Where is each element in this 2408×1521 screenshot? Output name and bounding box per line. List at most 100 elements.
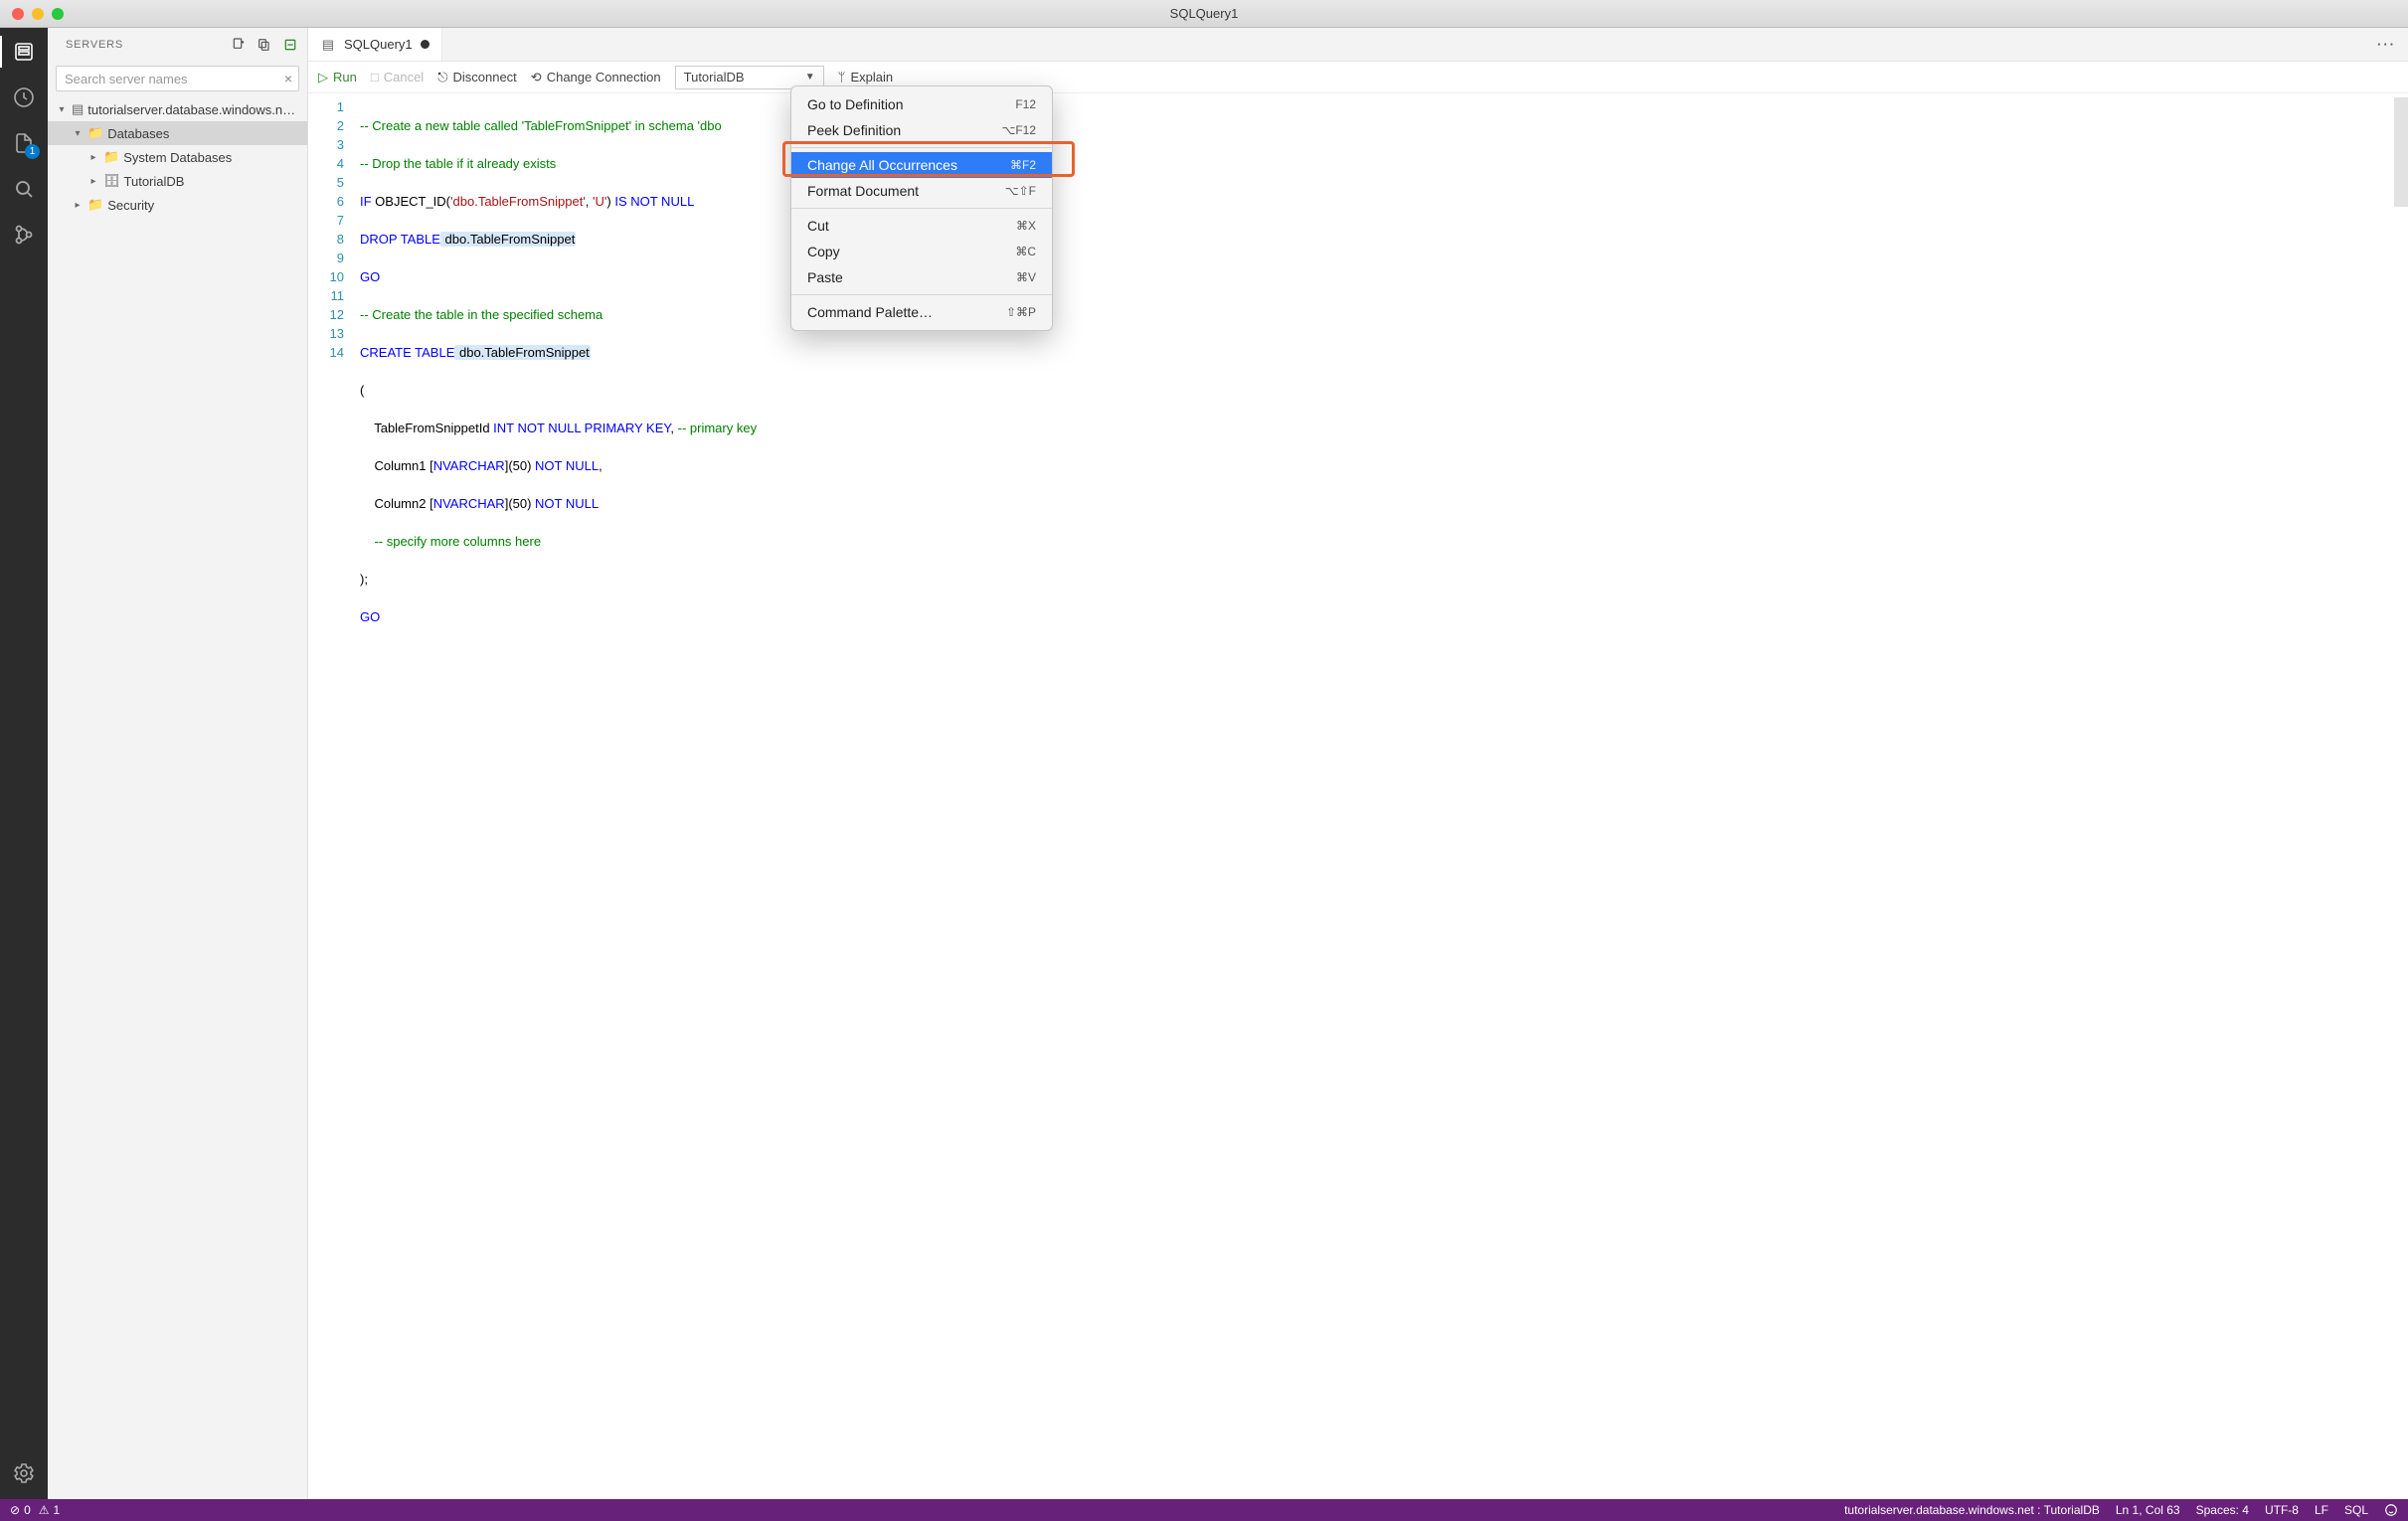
clear-search-icon[interactable]: × [284,71,292,86]
menu-goto-definition[interactable]: Go to DefinitionF12 [791,91,1052,117]
status-errors[interactable]: ⊘ 0 [10,1503,31,1517]
run-button[interactable]: ▷ Run [318,70,357,85]
status-encoding[interactable]: UTF-8 [2265,1503,2299,1517]
tutorialdb-node[interactable]: ▸ 🗄 TutorialDB [48,169,307,193]
menu-cut[interactable]: Cut⌘X [791,213,1052,239]
explain-icon: ᛘ [838,70,846,84]
menu-copy[interactable]: Copy ⌘C [791,239,1052,264]
code-token: Column1 [ [360,458,433,473]
menu-shortcut: ⌘F2 [1010,158,1036,172]
code-token: in schema [631,118,697,133]
code-token: 'dbo.TableFromSnippet' [450,194,586,209]
change-conn-label: Change Connection [547,70,661,84]
editor-more-button[interactable]: ··· [2365,28,2408,61]
security-node[interactable]: ▸ 📁 Security [48,193,307,217]
code-token: DROP TABLE [360,232,440,247]
folder-icon: 📁 [103,149,119,165]
new-group-icon[interactable] [256,36,273,54]
menu-command-palette[interactable]: Command Palette…⇧⌘P [791,299,1052,325]
explain-button[interactable]: ᛘ Explain [838,70,893,84]
chevron-down-icon: ▾ [72,128,84,139]
search-placeholder: Search server names [65,72,188,86]
status-cursor-pos[interactable]: Ln 1, Col 63 [2116,1503,2180,1517]
tutorialdb-label: TutorialDB [124,174,185,189]
code-token: , [670,421,677,435]
maximize-window-button[interactable] [52,8,64,20]
code-token: TableFromSnippetId [360,421,493,435]
menu-shortcut: ⌥F12 [1001,123,1036,137]
line-number: 3 [308,135,344,154]
sysdb-label: System Databases [123,150,232,165]
query-toolbar: ▷ Run □ Cancel ⎋ Disconnect ⟲ Change Con… [308,62,2408,93]
search-activity-icon[interactable] [10,175,38,203]
minimize-window-button[interactable] [32,8,44,20]
disconnect-icon: ⎋ [437,70,447,85]
status-language[interactable]: SQL [2344,1503,2368,1517]
folder-icon: 📁 [87,125,103,141]
collapse-all-icon[interactable] [281,36,299,54]
databases-node[interactable]: ▾ 📁 Databases [48,121,307,145]
menu-paste[interactable]: Paste⌘V [791,264,1052,290]
sidebar-header: SERVERS [48,28,307,62]
line-gutter: 1 2 3 4 5 6 7 8 9 10 11 12 13 14 [308,93,354,1499]
status-warnings[interactable]: ⚠ 1 [39,1503,60,1517]
status-eol[interactable]: LF [2315,1503,2328,1517]
disconnect-label: Disconnect [452,70,516,84]
status-connection[interactable]: tutorialserver.database.windows.net : Tu… [1844,1503,2100,1517]
line-number: 7 [308,211,344,230]
menu-separator [791,147,1052,148]
code-token: NOT NULL [535,496,599,511]
server-tree: ▾ ▤ tutorialserver.database.windows.n… ▾… [48,95,307,217]
stop-icon: □ [371,70,379,84]
dirty-indicator-icon [421,40,430,49]
cancel-button[interactable]: □ Cancel [371,70,424,84]
chevron-right-icon: ▸ [87,176,99,187]
change-connection-button[interactable]: ⟲ Change Connection [531,70,661,85]
sidebar-title: SERVERS [66,39,123,51]
minimap[interactable] [2394,93,2408,1499]
server-node[interactable]: ▾ ▤ tutorialserver.database.windows.n… [48,97,307,121]
close-window-button[interactable] [12,8,24,20]
swap-icon: ⟲ [531,70,542,85]
context-menu: Go to DefinitionF12 Peek Definition⌥F12 … [790,85,1053,331]
code-token: ( [360,383,364,398]
code-token: NVARCHAR [433,496,505,511]
chevron-down-icon: ▾ [56,104,68,115]
line-number: 1 [308,97,344,116]
source-control-activity-icon[interactable] [10,221,38,249]
settings-activity-icon[interactable] [10,1459,38,1487]
disconnect-button[interactable]: ⎋ Disconnect [437,70,517,85]
system-databases-node[interactable]: ▸ 📁 System Databases [48,145,307,169]
menu-change-all-occurrences[interactable]: Change All Occurrences⌘F2 [791,152,1052,178]
history-activity-icon[interactable] [10,84,38,111]
explorer-activity-icon[interactable]: 1 [10,129,38,157]
status-indent[interactable]: Spaces: 4 [2196,1503,2249,1517]
code-token: -- specify more columns here [360,534,541,549]
sidebar-search: Search server names × [48,62,307,95]
menu-shortcut: ⌥⇧F [1005,184,1036,198]
menu-shortcut: ⇧⌘P [1006,305,1036,319]
menu-label: Copy [807,244,840,259]
feedback-icon[interactable] [2384,1503,2398,1517]
code-token: 'U' [593,194,606,209]
code-token: dbo.TableFromSnippet [440,232,576,247]
servers-activity-icon[interactable] [10,38,38,66]
code-token: 'TableFromSnippet' [522,118,631,133]
code-token: 'dbo [698,118,722,133]
code-content[interactable]: -- Create a new table called 'TableFromS… [354,93,2408,1499]
code-editor[interactable]: 1 2 3 4 5 6 7 8 9 10 11 12 13 14 -- Crea… [308,93,2408,1499]
search-servers-input[interactable]: Search server names × [56,66,299,91]
menu-format-document[interactable]: Format Document⌥⇧F [791,178,1052,204]
code-token: IS NOT NULL [614,194,694,209]
code-token: ](50) [505,496,535,511]
menu-peek-definition[interactable]: Peek Definition⌥F12 [791,117,1052,143]
chevron-right-icon: ▸ [72,200,84,211]
new-connection-icon[interactable] [230,36,248,54]
menu-shortcut: ⌘C [1015,245,1036,258]
cancel-label: Cancel [384,70,424,84]
menu-label: Go to Definition [807,96,904,112]
explain-label: Explain [850,70,893,84]
tab-sqlquery1[interactable]: ▤ SQLQuery1 [308,28,442,61]
tab-label: SQLQuery1 [344,37,413,52]
database-icon: 🗄 [103,173,120,189]
